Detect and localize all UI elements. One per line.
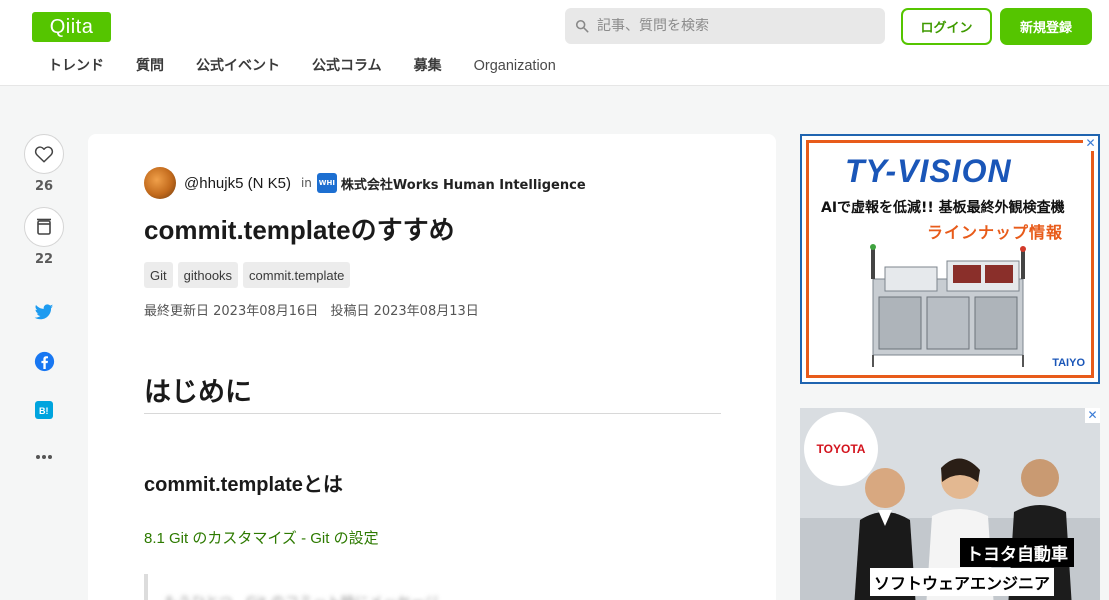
main-nav: トレンド 質問 公式イベント 公式コラム 募集 Organization [32,56,572,76]
qiita-logo[interactable]: Qiita [32,12,111,42]
tag-list: Git githooks commit.template [144,262,351,288]
signup-button[interactable]: 新規登録 [1000,8,1092,45]
article-action-rail: 26 22 B! [24,134,64,459]
ad-frame: TY-VISION AIで虚報を低減!! 基板最終外観検査機 ラインナップ情報 … [806,140,1094,378]
search-box[interactable] [565,8,885,44]
organization-name[interactable]: 株式会社Works Human Intelligence [341,174,586,193]
article-dates: 最終更新日 2023年08月16日 投稿日 2023年08月13日 [144,300,487,319]
share-facebook-button[interactable] [24,349,64,373]
share-twitter-button[interactable] [24,300,64,324]
nav-official-events[interactable]: 公式イベント [180,56,296,76]
stock-icon [37,218,51,235]
more-actions-button[interactable] [24,445,64,469]
ad-close-icon[interactable]: ✕ [1083,136,1098,151]
author-name[interactable]: @hhujk5 (N K5) [184,175,291,192]
ad-brand: TY-VISION [845,153,1012,189]
ad-banner-ty-vision[interactable]: TY-VISION AIで虚報を低減!! 基板最終外観検査機 ラインナップ情報 … [800,134,1100,384]
organization-icon[interactable]: WHI [316,173,337,193]
ad-banner-toyota[interactable]: TOYOTA トヨタ自動車 ソフトウェアエンジニア ✕ [800,408,1100,600]
ad-tagline: AIで虚報を低減!! 基板最終外観検査機 [821,200,1065,216]
share-hatena-button[interactable]: B! [24,398,64,422]
hatena-bookmark-icon: B! [35,401,53,419]
heart-icon [34,146,54,163]
search-input[interactable] [597,18,877,34]
in-label: in [300,176,312,190]
svg-text:B!: B! [39,406,49,416]
like-count: 26 [34,179,54,194]
ad-close-icon[interactable]: ✕ [1085,408,1100,423]
ad-cta: ラインナップ情報 [927,223,1064,242]
facebook-icon [34,351,54,371]
author-avatar[interactable] [144,167,176,199]
posted-date: 投稿日 2023年08月13日 [330,304,479,319]
more-icon [36,455,52,459]
article-card: @hhujk5 (N K5) in WHI 株式会社Works Human In… [88,134,776,600]
search-icon [575,19,589,33]
updated-date: 最終更新日 2023年08月16日 [144,304,319,319]
ad-maker-logo: TAIYO [1052,357,1085,369]
ad-caption-company: トヨタ自動車 [960,538,1074,567]
section-heading-what-is: commit.templateとは [144,474,343,496]
nav-organization[interactable]: Organization [458,56,572,76]
ad-caption-role: ソフトウェアエンジニア [870,568,1055,596]
tag-commit-template[interactable]: commit.template [243,262,351,288]
like-button[interactable] [24,134,64,174]
stock-button[interactable] [24,207,64,247]
nav-recruitment[interactable]: 募集 [398,56,458,76]
nav-official-columns[interactable]: 公式コラム [296,56,398,76]
article-title: commit.templateのすすめ [144,215,455,245]
twitter-icon [34,303,54,319]
toyota-logo: TOYOTA [804,412,878,486]
site-header: Qiita ログイン 新規登録 トレンド 質問 公式イベント 公式コラム 募集 … [0,0,1109,86]
stock-count: 22 [34,252,54,267]
tag-git[interactable]: Git [144,262,173,288]
login-button[interactable]: ログイン [901,8,992,45]
section-heading-intro: はじめに [144,377,252,408]
heading-divider [144,413,721,414]
blockquote-text: もうひとつ、Git のコミット時にメッセージ [164,592,438,600]
tag-githooks[interactable]: githooks [177,262,239,288]
git-docs-link[interactable]: 8.1 Git のカスタマイズ - Git の設定 [144,527,379,548]
nav-trend[interactable]: トレンド [32,56,120,76]
blockquote-bar [144,574,148,600]
inspection-machine-illustration [870,244,1026,367]
author-row: @hhujk5 (N K5) in WHI 株式会社Works Human In… [144,167,586,199]
nav-questions[interactable]: 質問 [120,56,180,76]
